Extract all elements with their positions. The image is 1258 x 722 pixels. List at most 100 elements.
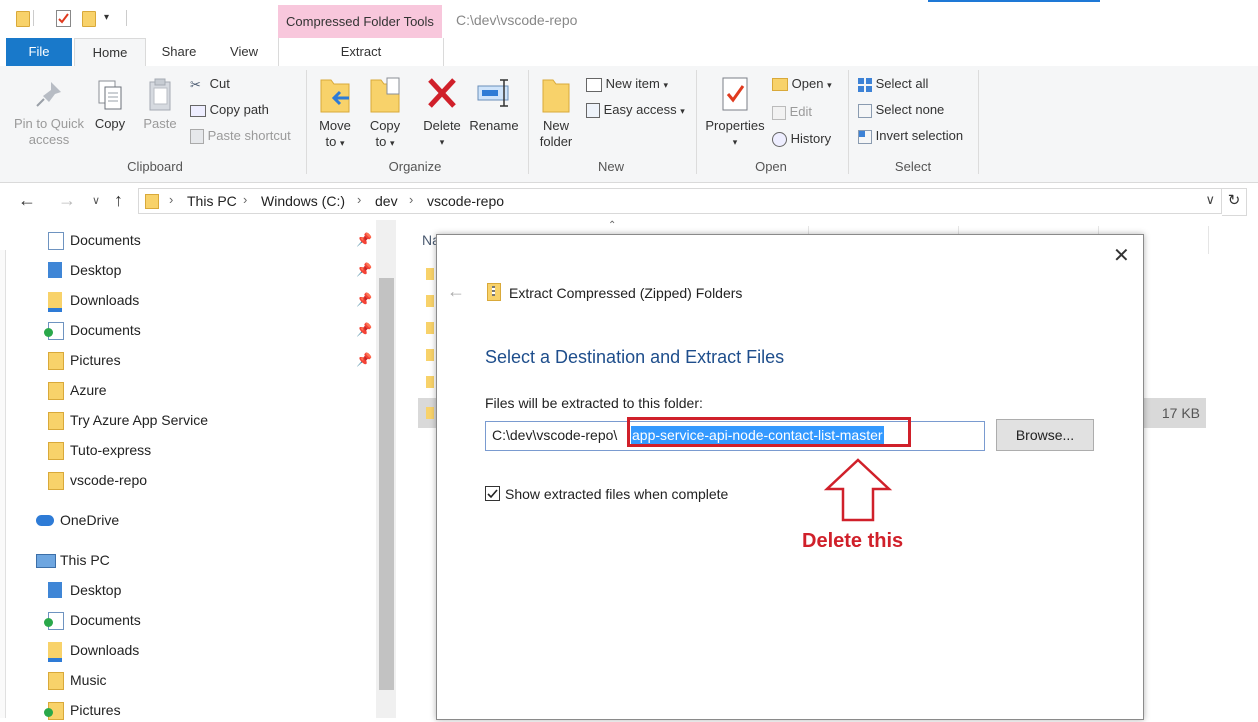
nav-item-pc-pictures[interactable]: Pictures [44, 698, 168, 722]
show-extracted-files-label[interactable]: Show extracted files when complete [505, 486, 728, 502]
pin-icon[interactable]: 📌 [356, 228, 372, 252]
nav-item-pc-documents[interactable]: Documents [44, 608, 168, 632]
nav-item-vscode-repo[interactable]: vscode-repo [48, 468, 168, 492]
copy-to-button[interactable]: Copy to ▾ [364, 74, 406, 151]
select-all-button[interactable]: Select all [858, 76, 928, 92]
show-extracted-files-checkbox[interactable] [485, 486, 500, 501]
refresh-icon[interactable]: ↻ [1222, 188, 1247, 216]
easy-access-button[interactable]: Easy access ▾ [586, 102, 685, 119]
select-all-label: Select all [875, 76, 929, 91]
browse-button[interactable]: Browse... [996, 419, 1094, 451]
customize-quick-access-icon[interactable]: ▾ [104, 12, 109, 23]
move-to-label-line1: Move [319, 118, 351, 133]
qa-divider [33, 10, 34, 26]
group-separator [528, 70, 529, 174]
nav-item-tuto-express[interactable]: Tuto-express [48, 438, 168, 462]
tab-share[interactable]: Share [148, 38, 210, 66]
address-dropdown-chevron-icon[interactable]: ∨ [1205, 192, 1215, 208]
recent-locations-chevron-icon[interactable]: ∨ [92, 194, 100, 207]
copy-to-icon [370, 77, 400, 113]
easy-access-label: Easy access [603, 102, 677, 117]
paste-shortcut-button[interactable]: Paste shortcut [190, 128, 291, 145]
nav-item-desktop[interactable]: Desktop 📌 [48, 258, 374, 282]
breadcrumb-windows-c[interactable]: Windows (C:) [261, 193, 345, 209]
nav-item-this-pc[interactable]: This PC [36, 548, 156, 572]
pin-to-quick-access-button[interactable]: Pin to Quick access [8, 78, 90, 148]
forward-arrow-icon[interactable]: → [58, 190, 76, 211]
tab-file[interactable]: File [6, 38, 72, 66]
annotation-delete-this: Delete this [802, 530, 904, 552]
paste-button[interactable]: Paste [138, 78, 182, 132]
paste-shortcut-icon [190, 129, 204, 145]
nav-item-documents-onedrive[interactable]: Documents 📌 [44, 318, 374, 342]
select-none-icon [858, 103, 872, 118]
close-icon[interactable]: ✕ [1113, 243, 1130, 268]
folder-icon [48, 442, 64, 460]
history-button[interactable]: History [772, 131, 832, 148]
back-arrow-icon[interactable]: ← [18, 190, 36, 211]
history-label: History [790, 131, 832, 146]
rename-icon [477, 79, 509, 107]
tab-extract[interactable]: Extract [278, 38, 444, 66]
rename-button[interactable]: Rename [468, 74, 520, 134]
pin-icon[interactable]: 📌 [356, 318, 372, 342]
properties-button[interactable]: Properties ▾ [702, 74, 768, 150]
address-bar[interactable]: › This PC › Windows (C:) › dev › vscode-… [138, 188, 1222, 214]
new-item-button[interactable]: New item ▾ [586, 76, 668, 92]
delete-button[interactable]: Delete ▾ [418, 74, 466, 150]
nav-item-pc-music[interactable]: Music [48, 668, 168, 692]
nav-item-label: vscode-repo [70, 472, 148, 488]
nav-item-label: This PC [60, 552, 110, 568]
scrollbar-thumb[interactable] [379, 278, 394, 690]
dialog-back-arrow-icon[interactable]: ← [447, 281, 465, 302]
organize-group-label: Organize [388, 159, 442, 174]
nav-item-label: Documents [70, 322, 141, 338]
edit-button[interactable]: Edit [772, 104, 812, 120]
copy-button[interactable]: Copy [90, 78, 130, 132]
pin-icon[interactable]: 📌 [356, 258, 372, 282]
cut-label: Cut [209, 76, 230, 91]
clipboard-group-label: Clipboard [127, 159, 183, 174]
nav-item-onedrive[interactable]: OneDrive [36, 508, 156, 532]
select-none-button[interactable]: Select none [858, 102, 944, 118]
file-size: 17 KB [1161, 405, 1200, 421]
nav-item-documents[interactable]: Documents 📌 [48, 228, 374, 252]
breadcrumb-dev[interactable]: dev [375, 193, 398, 209]
group-separator [978, 70, 979, 174]
cut-button[interactable]: ✂ Cut [190, 76, 230, 93]
new-folder-quick-icon[interactable] [82, 11, 96, 27]
destination-label: Files will be extracted to this folder: [485, 395, 703, 411]
folder-icon [426, 322, 434, 334]
tab-view[interactable]: View [212, 38, 276, 66]
scissors-icon: ✂ [190, 76, 201, 92]
up-arrow-icon[interactable]: ↑ [114, 190, 123, 211]
open-button[interactable]: Open ▾ [772, 76, 832, 92]
tab-home[interactable]: Home [74, 38, 146, 68]
properties-quick-icon[interactable] [56, 10, 71, 27]
breadcrumb-this-pc[interactable]: This PC [187, 193, 237, 209]
annotation-up-arrow-icon [823, 458, 893, 522]
copy-path-button[interactable]: Copy path [190, 102, 269, 117]
nav-item-label: Documents [70, 232, 141, 248]
invert-selection-button[interactable]: Invert selection [858, 128, 963, 144]
nav-item-pc-desktop[interactable]: Desktop [48, 578, 168, 602]
zip-folder-icon [487, 283, 501, 301]
edit-icon [772, 105, 786, 120]
chevron-right-icon[interactable]: › [169, 192, 173, 207]
nav-item-pc-downloads[interactable]: Downloads [48, 638, 168, 662]
new-folder-button[interactable]: New folder [536, 74, 576, 150]
easy-access-icon [586, 103, 600, 119]
move-to-button[interactable]: Move to ▾ [314, 74, 356, 151]
nav-item-try-azure-app-service[interactable]: Try Azure App Service [48, 408, 248, 432]
chevron-right-icon[interactable]: › [409, 192, 413, 207]
nav-item-pictures[interactable]: Pictures 📌 [48, 348, 374, 372]
chevron-right-icon[interactable]: › [357, 192, 361, 207]
folder-icon [48, 382, 64, 400]
select-all-icon [858, 77, 872, 92]
pin-icon[interactable]: 📌 [356, 348, 372, 372]
breadcrumb-vscode-repo[interactable]: vscode-repo [427, 193, 504, 209]
downloads-folder-icon [48, 642, 62, 662]
pin-icon[interactable]: 📌 [356, 288, 372, 312]
chevron-right-icon[interactable]: › [243, 192, 247, 207]
nav-item-downloads[interactable]: Downloads 📌 [48, 288, 374, 312]
